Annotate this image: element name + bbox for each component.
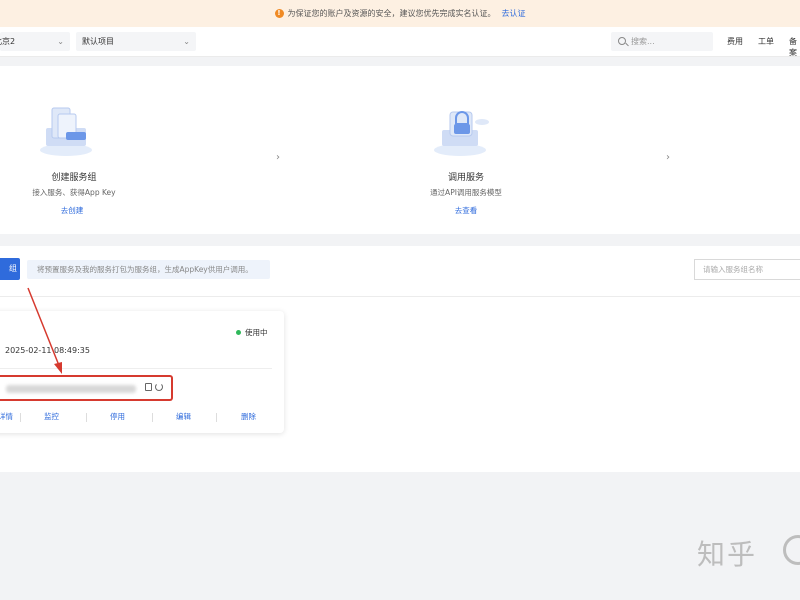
service-group-card: 使用中 2025-02-11 08:49:35 详情 监控 停用 编辑 删除 <box>0 311 284 433</box>
watermark-at-icon <box>783 535 800 565</box>
step-create-title: 创建服务组 <box>51 173 97 183</box>
divider <box>0 368 272 369</box>
action-disable[interactable]: 停用 <box>110 411 125 422</box>
status-text: 使用中 <box>245 328 268 337</box>
app-key-field <box>0 375 173 401</box>
created-time: 2025-02-11 08:49:35 <box>5 346 90 355</box>
search-icon <box>618 37 626 45</box>
chevron-down-icon: ⌄ <box>57 37 64 46</box>
divider <box>86 413 87 422</box>
global-search-input[interactable]: 搜索... <box>611 32 713 51</box>
card-actions: 详情 监控 停用 编辑 删除 <box>0 411 284 425</box>
getting-started-steps: 创建服务组 接入服务、获得App Key 去创建 › 调用服务 通过API调用服… <box>0 66 800 234</box>
nav-billing[interactable]: 费用 <box>727 36 743 47</box>
project-select-value: 默认项目 <box>82 37 114 46</box>
app-key-masked <box>6 385 136 393</box>
banner-text: 为保证您的账户及资源的安全，建议您优先完成实名认证。 <box>287 9 496 18</box>
divider <box>0 296 800 297</box>
warning-icon: ! <box>274 9 284 18</box>
region-select-value: 北京2 <box>0 37 16 46</box>
watermark-text: 知乎 <box>697 538 758 571</box>
step-call-link[interactable]: 去查看 <box>396 205 536 216</box>
nav-filing[interactable]: 备案 <box>789 36 800 58</box>
action-delete[interactable]: 删除 <box>241 411 256 422</box>
divider <box>20 413 21 422</box>
verify-link[interactable]: 去认证 <box>502 8 526 19</box>
verification-banner: ! 为保证您的账户及资源的安全，建议您优先完成实名认证。 去认证 <box>0 0 800 27</box>
refresh-icon[interactable] <box>155 383 163 391</box>
group-tip: 将预置服务及我的服务打包为服务组，生成AppKey供用户调用。 <box>27 260 270 279</box>
step-create-desc: 接入服务、获得App Key <box>32 188 116 197</box>
project-select[interactable]: 默认项目 ⌄ <box>76 32 196 51</box>
action-detail[interactable]: 详情 <box>0 411 13 422</box>
step-create-link[interactable]: 去创建 <box>2 205 142 216</box>
chevron-down-icon: ⌄ <box>183 37 190 46</box>
copy-icon[interactable] <box>145 383 152 391</box>
call-service-illustration-icon <box>434 111 489 156</box>
chevron-right-icon: › <box>276 152 280 163</box>
status-dot-icon <box>236 330 241 335</box>
global-search-placeholder: 搜索... <box>631 37 655 46</box>
top-bar: 北京2 ⌄ 默认项目 ⌄ 搜索... 费用 工单 备案 <box>0 27 800 57</box>
step-call-title: 调用服务 <box>447 173 484 183</box>
step-call-desc: 通过API调用服务模型 <box>430 188 502 197</box>
group-search-input[interactable]: 请输入服务组名称 <box>694 259 800 280</box>
action-monitor[interactable]: 监控 <box>44 411 59 422</box>
action-edit[interactable]: 编辑 <box>176 411 191 422</box>
chevron-right-icon: › <box>666 152 670 163</box>
create-group-illustration-icon <box>40 107 92 156</box>
nav-tickets[interactable]: 工单 <box>758 36 774 47</box>
create-group-button[interactable]: 组 <box>0 258 20 280</box>
region-select[interactable]: 北京2 ⌄ <box>0 32 70 51</box>
divider <box>216 413 217 422</box>
status-badge: 使用中 <box>236 327 268 338</box>
divider <box>152 413 153 422</box>
